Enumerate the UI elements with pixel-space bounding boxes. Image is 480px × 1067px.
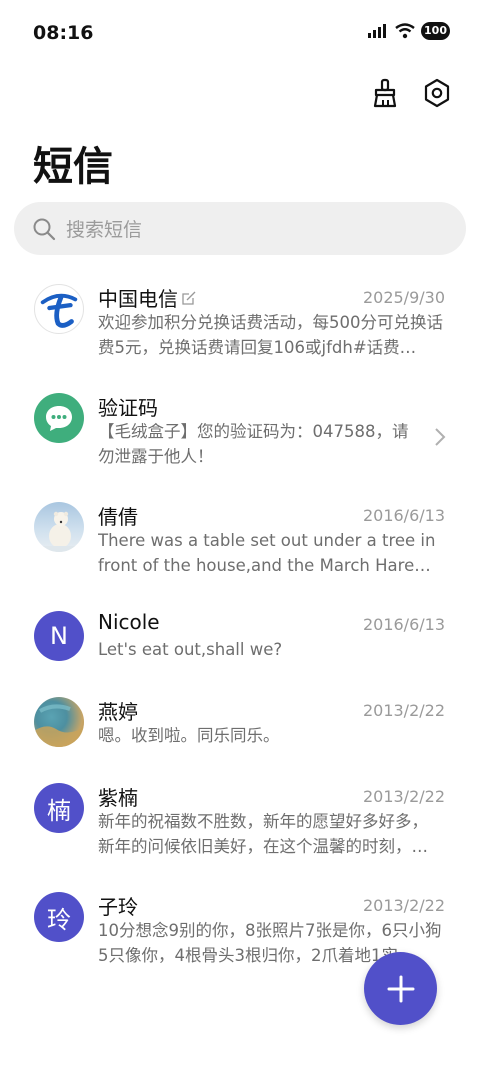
- conversation-preview: 新年的祝福数不胜数，新年的愿望好多好多，新年的问候依旧美好，在这个温馨的时刻，…: [98, 812, 428, 856]
- polar-bear-photo: [34, 502, 84, 552]
- signal-icon: [368, 24, 387, 38]
- conversation-preview: There was a table set out under a tree i…: [98, 531, 436, 575]
- conversation-item[interactable]: 楠 紫楠 2013/2/22 新年的祝福数不胜数，新年的愿望好多好多，新年的问候…: [0, 771, 480, 880]
- gear-icon: [424, 78, 450, 108]
- page-title: 短信: [33, 144, 113, 190]
- conversation-item[interactable]: 验证码 【毛绒盒子】您的验证码为：047588，请勿泄露于他人！: [0, 381, 480, 490]
- conversation-preview: 嗯。收到啦。同乐同乐。: [98, 726, 280, 745]
- conversation-date: 2013/2/22: [362, 701, 445, 720]
- plus-icon: [387, 975, 414, 1002]
- wifi-icon: [395, 23, 415, 39]
- conversation-date: 2016/6/13: [362, 615, 445, 634]
- conversation-name: 中国电信: [98, 283, 196, 312]
- conversation-item[interactable]: 倩倩 2016/6/13 There was a table set out u…: [0, 490, 480, 599]
- battery-icon: 100: [421, 22, 450, 40]
- message-bubble-icon: [34, 393, 84, 443]
- search-placeholder: 搜索短信: [66, 219, 143, 241]
- conversation-date: 2016/6/13: [362, 506, 445, 525]
- conversation-date: 2013/2/22: [362, 896, 445, 915]
- conversation-name: 燕婷: [98, 700, 138, 724]
- conversation-preview: 欢迎参加积分兑换话费活动，每500分可兑换话费5元，兑换话费请回复106或jfd…: [98, 313, 443, 357]
- conversation-item[interactable]: 中国电信 2025/9/30 欢迎参加积分兑换话费活动，每500分可兑换话费5元…: [0, 272, 480, 381]
- avatar: 玲: [34, 892, 84, 942]
- conversation-item[interactable]: N Nicole 2016/6/13 Let's eat out,shall w…: [0, 599, 480, 685]
- status-icons: 100: [367, 22, 450, 40]
- china-telecom-logo-icon: [34, 284, 84, 334]
- conversation-name: 倩倩: [98, 505, 138, 529]
- clean-button[interactable]: [368, 76, 402, 110]
- landscape-photo: [34, 697, 84, 747]
- conversation-name: 验证码: [98, 396, 158, 420]
- edit-draft-icon: [182, 291, 196, 305]
- status-bar: 08:16 100: [0, 0, 480, 68]
- conversation-name-text: 中国电信: [98, 287, 178, 311]
- conversation-name: Nicole: [98, 610, 160, 634]
- conversation-name: 子玲: [98, 895, 138, 919]
- avatar: 楠: [34, 783, 84, 833]
- conversation-date: 2013/2/22: [362, 787, 445, 806]
- conversation-date: 2025/9/30: [362, 288, 445, 307]
- conversation-preview: Let's eat out,shall we?: [98, 640, 283, 659]
- conversation-name: 紫楠: [98, 786, 138, 810]
- search-icon: [33, 218, 56, 240]
- chevron-right-icon: [435, 428, 446, 446]
- search-bar[interactable]: 搜索短信: [14, 202, 466, 255]
- toolbar: [368, 76, 454, 110]
- avatar: N: [34, 611, 84, 661]
- conversation-preview: 【毛绒盒子】您的验证码为：047588，请勿泄露于他人！: [98, 422, 409, 466]
- conversation-list: 中国电信 2025/9/30 欢迎参加积分兑换话费活动，每500分可兑换话费5元…: [0, 272, 480, 989]
- conversation-item[interactable]: 燕婷 2013/2/22 嗯。收到啦。同乐同乐。: [0, 685, 480, 771]
- new-message-button[interactable]: [364, 952, 437, 1025]
- settings-button[interactable]: [420, 76, 454, 110]
- status-time: 08:16: [33, 22, 94, 44]
- broom-icon: [373, 78, 397, 108]
